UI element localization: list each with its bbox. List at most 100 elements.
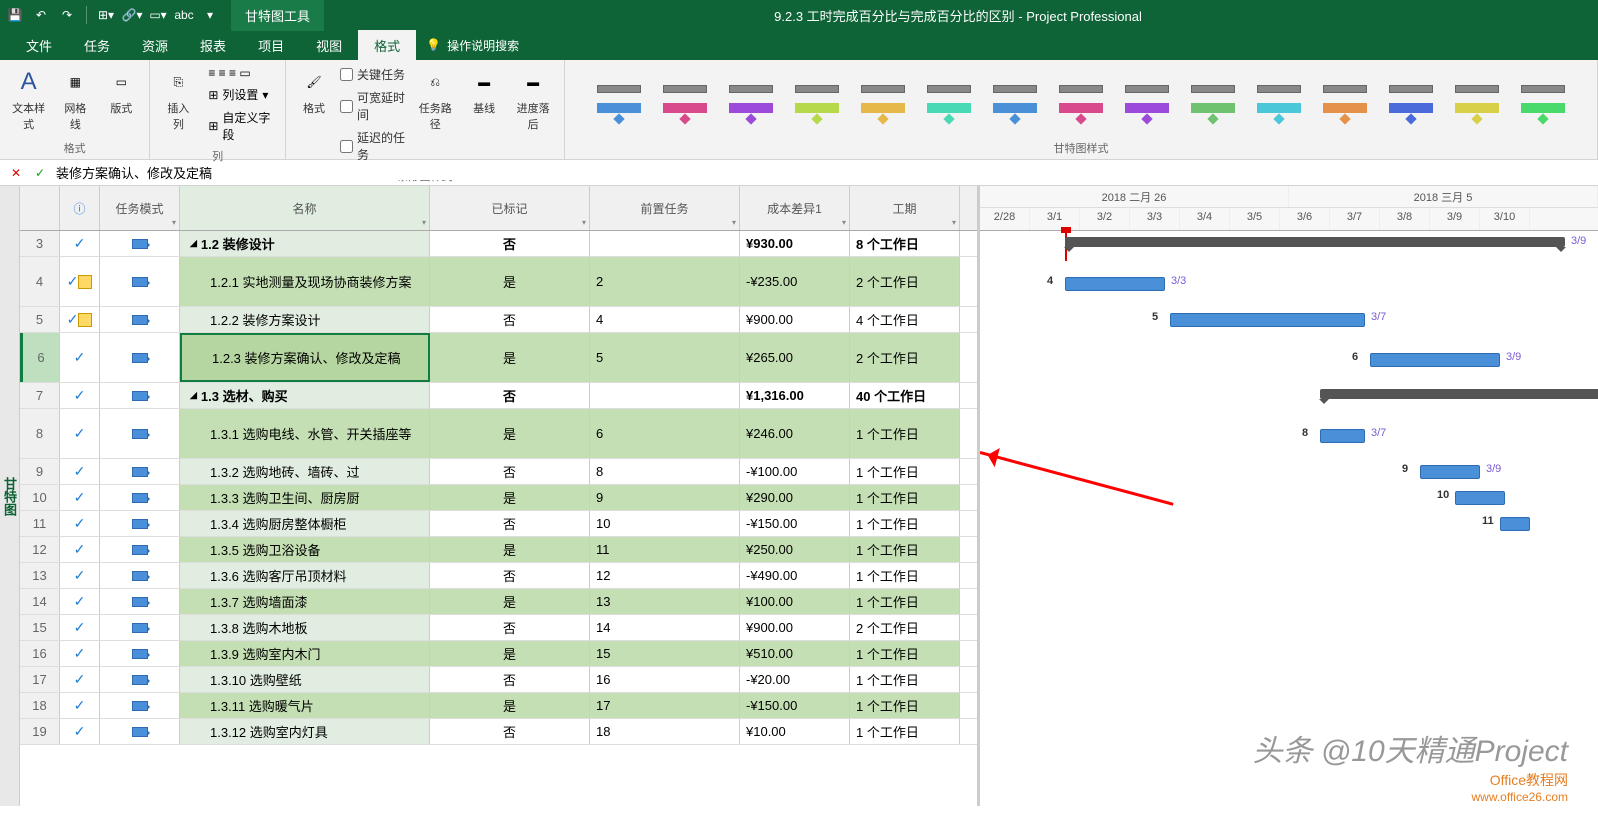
gantt-bar[interactable] (1455, 491, 1505, 505)
info-column[interactable]: ⓘ (60, 186, 100, 230)
table-row[interactable]: 7✓1.3 选材、购买否¥1,316.0040 个工作日 (20, 383, 977, 409)
goto-icon[interactable]: ⊞▾ (97, 6, 115, 24)
cost-cell[interactable]: -¥100.00 (740, 459, 850, 484)
cost-cell[interactable]: ¥290.00 (740, 485, 850, 510)
late-tasks-check[interactable]: 延迟的任务 (340, 127, 406, 165)
table-row[interactable]: 15✓1.3.8 选购木地板否14¥900.002 个工作日 (20, 615, 977, 641)
name-cell[interactable]: 1.3.9 选购室内木门 (180, 641, 430, 666)
table-row[interactable]: 12✓1.3.5 选购卫浴设备是11¥250.001 个工作日 (20, 537, 977, 563)
table-row[interactable]: 3✓1.2 装修设计否¥930.008 个工作日 (20, 231, 977, 257)
cost-cell[interactable]: -¥150.00 (740, 511, 850, 536)
table-row[interactable]: 9✓1.3.2 选购地砖、墙砖、过否8-¥100.001 个工作日 (20, 459, 977, 485)
table-row[interactable]: 18✓1.3.11 选购暖气片是17-¥150.001 个工作日 (20, 693, 977, 719)
table-row[interactable]: 10✓1.3.3 选购卫生间、厨房厨是9¥290.001 个工作日 (20, 485, 977, 511)
gantt-bar[interactable] (1420, 465, 1480, 479)
table-row[interactable]: 13✓1.3.6 选购客厅吊顶材料否12-¥490.001 个工作日 (20, 563, 977, 589)
gantt-bar[interactable] (1065, 277, 1165, 291)
dur-cell[interactable]: 2 个工作日 (850, 615, 960, 640)
pred-cell[interactable]: 17 (590, 693, 740, 718)
link-icon[interactable]: 🔗▾ (123, 6, 141, 24)
slack-check[interactable]: 可宽延时间 (340, 87, 406, 125)
dur-cell[interactable]: 2 个工作日 (850, 257, 960, 306)
dur-cell[interactable]: 4 个工作日 (850, 307, 960, 332)
text-styles-button[interactable]: A文本样式 (8, 64, 49, 134)
redo-icon[interactable]: ↷ (58, 6, 76, 24)
pred-cell[interactable]: 8 (590, 459, 740, 484)
pred-cell[interactable] (590, 231, 740, 256)
name-cell[interactable]: 1.2.3 装修方案确认、修改及定稿 (180, 333, 430, 382)
gantt-style-swatch[interactable] (923, 79, 975, 123)
tab-task[interactable]: 任务 (68, 30, 126, 60)
critical-tasks-check[interactable]: 关键任务 (340, 64, 406, 85)
dur-cell[interactable]: 1 个工作日 (850, 693, 960, 718)
mark-cell[interactable]: 否 (430, 615, 590, 640)
dur-cell[interactable]: 1 个工作日 (850, 563, 960, 588)
name-cell[interactable]: 1.3.11 选购暖气片 (180, 693, 430, 718)
mark-cell[interactable]: 否 (430, 511, 590, 536)
column-settings-button[interactable]: ⊞ 列设置 ▾ (204, 84, 277, 105)
name-column[interactable]: 名称▾ (180, 186, 430, 230)
pred-cell[interactable]: 2 (590, 257, 740, 306)
table-row[interactable]: 8✓1.3.1 选购电线、水管、开关插座等是6¥246.001 个工作日 (20, 409, 977, 459)
mark-cell[interactable]: 否 (430, 563, 590, 588)
gantt-style-swatch[interactable] (659, 79, 711, 123)
name-cell[interactable]: 1.2 装修设计 (180, 231, 430, 256)
name-cell[interactable]: 1.3.6 选购客厅吊顶材料 (180, 563, 430, 588)
gantt-style-swatch[interactable] (791, 79, 843, 123)
gantt-bar[interactable] (1320, 429, 1365, 443)
cost-cell[interactable]: ¥250.00 (740, 537, 850, 562)
mark-cell[interactable]: 否 (430, 719, 590, 744)
table-row[interactable]: 16✓1.3.9 选购室内木门是15¥510.001 个工作日 (20, 641, 977, 667)
mark-cell[interactable]: 否 (430, 459, 590, 484)
dur-cell[interactable]: 40 个工作日 (850, 383, 960, 408)
dur-cell[interactable]: 1 个工作日 (850, 641, 960, 666)
name-cell[interactable]: 1.3 选材、购买 (180, 383, 430, 408)
tab-resource[interactable]: 资源 (126, 30, 184, 60)
gantt-style-swatch[interactable] (989, 79, 1041, 123)
gantt-style-swatch[interactable] (1121, 79, 1173, 123)
pred-cell[interactable]: 10 (590, 511, 740, 536)
table-row[interactable]: 6✓1.2.3 装修方案确认、修改及定稿是5¥265.002 个工作日 (20, 333, 977, 383)
dur-cell[interactable]: 1 个工作日 (850, 537, 960, 562)
tell-me[interactable]: 💡 操作说明搜索 (426, 30, 519, 60)
mark-cell[interactable]: 否 (430, 667, 590, 692)
dur-cell[interactable]: 1 个工作日 (850, 667, 960, 692)
table-row[interactable]: 5✓ 1.2.2 装修方案设计否4¥900.004 个工作日 (20, 307, 977, 333)
pred-cell[interactable]: 5 (590, 333, 740, 382)
mark-cell[interactable]: 是 (430, 409, 590, 458)
gantt-chart[interactable]: 2018 二月 26 2018 三月 5 2/283/13/23/33/43/5… (980, 186, 1598, 806)
mark-cell[interactable]: 是 (430, 485, 590, 510)
task-path-button[interactable]: ⎌任务路径 (412, 64, 458, 134)
tab-file[interactable]: 文件 (10, 30, 68, 60)
gantt-style-swatch[interactable] (1451, 79, 1503, 123)
pred-cell[interactable]: 18 (590, 719, 740, 744)
gantt-bar[interactable] (1170, 313, 1365, 327)
dur-cell[interactable]: 1 个工作日 (850, 511, 960, 536)
gantt-style-swatch[interactable] (1319, 79, 1371, 123)
dur-cell[interactable]: 2 个工作日 (850, 333, 960, 382)
name-cell[interactable]: 1.2.1 实地测量及现场协商装修方案 (180, 257, 430, 306)
mark-cell[interactable]: 是 (430, 693, 590, 718)
undo-icon[interactable]: ↶ (32, 6, 50, 24)
cost-cell[interactable]: ¥1,316.00 (740, 383, 850, 408)
dur-cell[interactable]: 1 个工作日 (850, 485, 960, 510)
formula-input[interactable] (56, 165, 1590, 180)
pred-cell[interactable]: 16 (590, 667, 740, 692)
table-row[interactable]: 17✓1.3.10 选购壁纸否16-¥20.001 个工作日 (20, 667, 977, 693)
cost-cell[interactable]: ¥900.00 (740, 307, 850, 332)
mark-cell[interactable]: 否 (430, 231, 590, 256)
cost-cell[interactable]: ¥930.00 (740, 231, 850, 256)
slippage-button[interactable]: ▬进度落后 (510, 64, 556, 134)
gantt-style-swatch[interactable] (857, 79, 909, 123)
tab-report[interactable]: 报表 (184, 30, 242, 60)
pred-column[interactable]: 前置任务▾ (590, 186, 740, 230)
enter-icon[interactable]: ✓ (32, 166, 48, 180)
cost-cell[interactable]: ¥510.00 (740, 641, 850, 666)
name-cell[interactable]: 1.3.2 选购地砖、墙砖、过 (180, 459, 430, 484)
mark-cell[interactable]: 是 (430, 641, 590, 666)
name-cell[interactable]: 1.3.4 选购厨房整体橱柜 (180, 511, 430, 536)
dur-column[interactable]: 工期▾ (850, 186, 960, 230)
gantt-style-swatch[interactable] (725, 79, 777, 123)
gantt-bar[interactable] (1370, 353, 1500, 367)
mark-cell[interactable]: 是 (430, 537, 590, 562)
